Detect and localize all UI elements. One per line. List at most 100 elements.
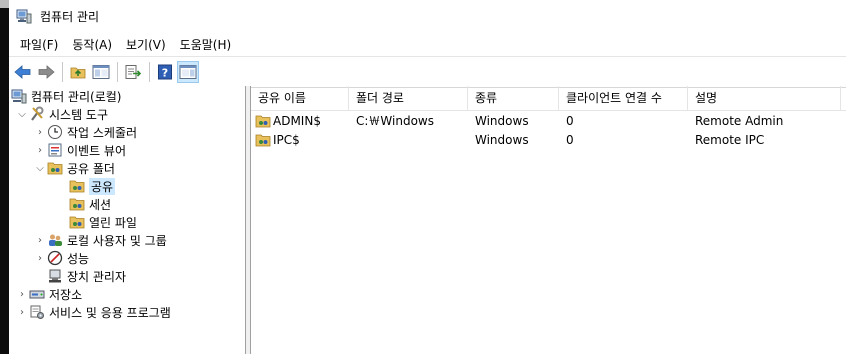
tree-item-local-users-groups[interactable]: › 로컬 사용자 및 그룹 [33,231,167,249]
tree-item-label: 세션 [89,197,112,212]
table-cell-description: Remote IPC [695,132,765,147]
system-tools-icon [31,106,44,121]
action-pane-icon [179,65,197,79]
arrow-right-icon [38,65,55,79]
console-tree: 컴퓨터 관리(로컬) ⌵ 시스템 도구 › 작업 스케줄러 › 이벤트 뷰어 ⌵ [9,86,246,354]
computer-management-icon [16,9,32,24]
forward-button[interactable] [35,61,57,83]
show-hide-tree-button[interactable] [90,61,112,83]
tree-item-device-manager[interactable]: 장치 관리자 [47,267,126,285]
export-list-button[interactable] [122,61,144,83]
table-cell-description: Remote Admin [695,113,784,128]
shares-list: 공유 이름 폴더 경로 종류 클라이언트 연결 수 설명 ADMIN$ C:￦W… [251,86,846,354]
column-header-type[interactable]: 종류 [468,86,559,110]
users-icon [49,234,62,246]
toolbar-separator [62,62,63,82]
tree-item-label: 작업 스케줄러 [67,125,138,140]
sessions-icon [69,198,85,211]
folder-up-icon [70,67,86,79]
tree-item-label: 공유 [89,177,116,195]
tree-item-label: 시스템 도구 [49,107,109,122]
table-row[interactable]: ADMIN$ C:￦Windows Windows 0 Remote Admin [251,111,838,130]
chevron-right-icon[interactable]: › [33,249,47,267]
table-cell-client-connections: 0 [566,113,574,128]
event-viewer-icon [48,143,62,157]
chevron-right-icon[interactable]: › [33,141,47,159]
shared-folder-icon [47,162,63,175]
table-cell-share-name: ADMIN$ [251,113,349,129]
column-header-description[interactable]: 설명 [688,86,841,110]
table-cell-type: Windows [475,132,529,147]
tree-item-open-files[interactable]: 열린 파일 [69,213,137,231]
clock-icon [48,125,62,139]
tree-item-label: 공유 폴더 [67,161,115,176]
tree-item-label: 이벤트 뷰어 [67,143,127,158]
computer-management-window: 컴퓨터 관리 파일(F) 동작(A) 보기(V) 도움말(H) ? 컴퓨터 관리… [9,0,846,354]
performance-icon [47,250,63,266]
background-strip-top [0,0,9,8]
column-header-client-connections[interactable]: 클라이언트 연결 수 [559,86,688,110]
chevron-down-icon[interactable]: ⌵ [15,105,29,123]
open-files-icon [69,216,85,229]
share-name-text: ADMIN$ [273,113,321,128]
chevron-right-icon[interactable]: › [33,123,47,141]
console-tree-icon [92,65,110,79]
chevron-right-icon[interactable]: › [15,303,29,321]
tree-item-label: 저장소 [49,287,83,302]
export-icon [125,65,142,79]
tree-item-system-tools[interactable]: ⌵ 시스템 도구 [15,105,108,123]
toolbar-separator [117,62,118,82]
menu-action[interactable]: 동작(A) [65,36,119,53]
share-name-text: IPC$ [273,132,300,147]
tree-item-shares[interactable]: 공유 [69,177,116,195]
tree-item-performance[interactable]: › 성능 [33,249,89,267]
tree-item-label: 로컬 사용자 및 그룹 [67,233,167,248]
shared-folder-icon [255,115,271,127]
tree-item-label: 장치 관리자 [67,269,127,284]
tree-item-shared-folders[interactable]: ⌵ 공유 폴더 [33,159,115,177]
tree-item-sessions[interactable]: 세션 [69,195,111,213]
table-cell-folder-path: C:￦Windows [356,114,434,128]
help-icon: ? [158,64,172,80]
device-manager-icon [49,269,61,283]
title-bar[interactable]: 컴퓨터 관리 [9,0,846,32]
tree-item-label: 서비스 및 응용 프로그램 [49,305,171,320]
window-title: 컴퓨터 관리 [40,9,100,24]
background-terminal-strip [0,0,9,354]
action-pane-button[interactable] [177,61,199,83]
services-icon [30,305,44,319]
tree-item-storage[interactable]: › 저장소 [15,285,82,303]
menu-help[interactable]: 도움말(H) [173,36,239,53]
column-header-folder-path[interactable]: 폴더 경로 [349,86,468,110]
menu-bar: 파일(F) 동작(A) 보기(V) 도움말(H) [9,32,846,56]
tree-item-label: 성능 [67,251,90,266]
arrow-left-icon [14,65,31,79]
computer-management-icon [11,89,27,104]
menu-file[interactable]: 파일(F) [13,36,65,53]
toolbar-separator [149,62,150,82]
tree-item-task-scheduler[interactable]: › 작업 스케줄러 [33,123,137,141]
shared-folder-icon [69,180,85,193]
tree-item-services-applications[interactable]: › 서비스 및 응용 프로그램 [15,303,171,321]
up-folder-button[interactable] [67,61,89,83]
svg-text:?: ? [162,67,168,80]
chevron-right-icon[interactable]: › [33,231,47,249]
chevron-down-icon[interactable]: ⌵ [33,159,47,177]
table-cell-type: Windows [475,113,529,128]
tree-item-computer-management[interactable]: 컴퓨터 관리(로컬) [11,87,121,105]
table-cell-share-name: IPC$ [251,132,349,148]
table-row[interactable]: IPC$ Windows 0 Remote IPC [251,130,838,149]
help-button[interactable]: ? [154,61,176,83]
list-header: 공유 이름 폴더 경로 종류 클라이언트 연결 수 설명 [251,86,846,111]
shared-folder-icon [255,134,271,146]
chevron-right-icon[interactable]: › [15,285,29,303]
back-button[interactable] [12,61,34,83]
toolbar: ? [9,56,846,88]
storage-icon [29,290,45,299]
tree-item-event-viewer[interactable]: › 이벤트 뷰어 [33,141,126,159]
column-header-share-name[interactable]: 공유 이름 [251,86,349,110]
content-area: 컴퓨터 관리(로컬) ⌵ 시스템 도구 › 작업 스케줄러 › 이벤트 뷰어 ⌵ [9,86,846,354]
menu-view[interactable]: 보기(V) [119,36,173,53]
tree-item-label: 컴퓨터 관리(로컬) [31,89,122,104]
tree-item-label: 열린 파일 [89,215,137,230]
